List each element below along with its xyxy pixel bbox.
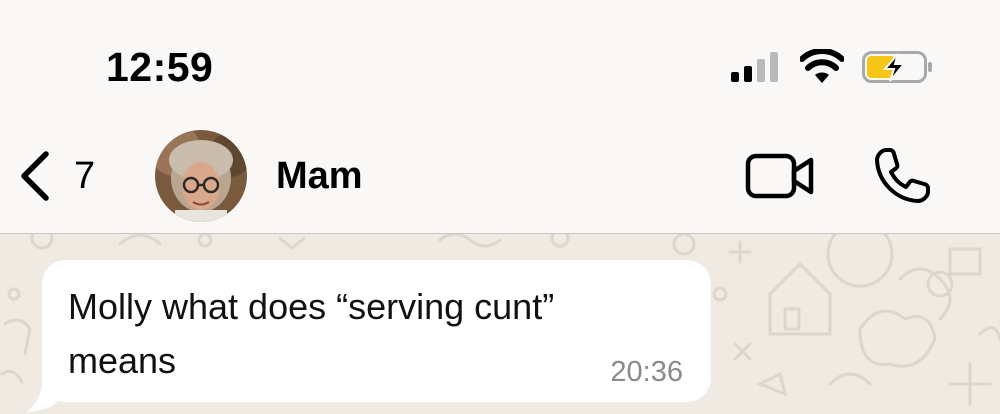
status-bar: 12:59 [0, 0, 1000, 120]
unread-count: 7 [74, 154, 96, 197]
message-text: Molly what does “serving cunt” means [68, 280, 688, 388]
avatar[interactable] [155, 130, 247, 222]
phone-icon[interactable] [872, 146, 932, 206]
cellular-signal-icon [731, 52, 778, 82]
back-button[interactable]: 7 [18, 150, 118, 202]
wifi-icon [800, 49, 844, 83]
avatar-photo [155, 130, 247, 222]
message-line-2: means [68, 340, 177, 381]
incoming-message-bubble[interactable]: Molly what does “serving cunt” means 20:… [42, 260, 711, 402]
message-line-1: Molly what does “serving cunt” [68, 286, 555, 327]
battery-charging-icon [862, 51, 932, 83]
back-chevron-icon [21, 151, 49, 201]
contact-name[interactable]: Mam [276, 155, 363, 198]
chat-area[interactable]: Molly what does “serving cunt” means 20:… [0, 234, 1000, 414]
chat-header: 7 Mam [0, 120, 1000, 234]
status-time: 12:59 [106, 44, 214, 90]
message-timestamp: 20:36 [610, 356, 683, 388]
video-call-icon[interactable] [745, 150, 815, 202]
